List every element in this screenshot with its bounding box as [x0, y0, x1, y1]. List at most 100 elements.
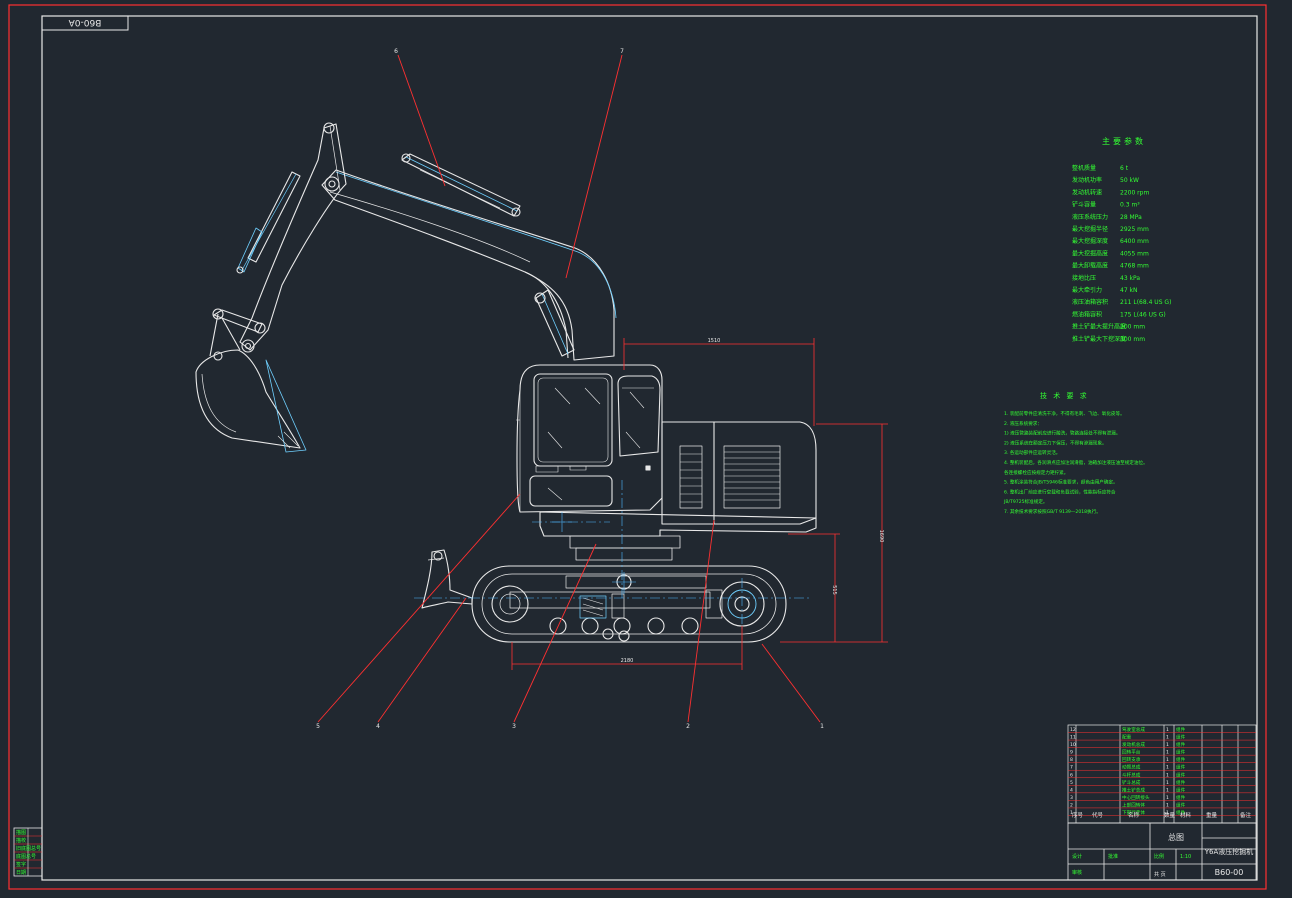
tech-requirement-line: 各连接螺栓应按规定力矩拧紧。 — [1004, 469, 1068, 476]
bom-cell-name: 驾驶室总成 — [1122, 726, 1145, 733]
bom-header-name: 名称 — [1128, 811, 1140, 819]
spec-list: 整机质量 6 t 发动机功率 50 kW 发动机转速 2200 rpm 铲斗容量 0.3 m³… — [1072, 164, 1171, 343]
bom-cell-no: 11 — [1070, 735, 1076, 741]
bom-cell-name: 上部回转体 — [1122, 801, 1145, 808]
balloon-5: 5 — [316, 723, 320, 730]
upper-frame — [539, 511, 817, 561]
bom-cell-no: 7 — [1070, 765, 1073, 771]
specs-title: 主要参数 — [1102, 136, 1146, 146]
bucket — [195, 349, 307, 453]
spec-value: 0.3 m³ — [1120, 202, 1140, 209]
stamp-row-1: 描图 — [16, 829, 26, 836]
bom-cell-name: 配重 — [1122, 734, 1132, 741]
bom-cell-name: 回转支承 — [1122, 756, 1141, 763]
spec-label: 最大卸载高度 — [1072, 262, 1108, 270]
spec-label: 燃油箱容积 — [1072, 310, 1102, 318]
bom-cell-mat: 组件 — [1176, 749, 1186, 756]
balloon-3: 3 — [512, 723, 516, 730]
spec-label: 最大挖掘高度 — [1072, 249, 1108, 257]
tech-requirement-line: 4. 整机装配后，各润滑点应加注润滑脂，油箱加注液压油至规定油位。 — [1004, 459, 1148, 466]
bom-cell-qty: 1 — [1166, 787, 1169, 793]
boom-cylinder — [534, 289, 575, 357]
bom-cell-qty: 1 — [1166, 742, 1169, 748]
bom-rows: 12 驾驶室总成 1 组件11 配重 1 组件10 发动机总成 1 组件9 回转平台 1 组件8 回转支承… — [1070, 726, 1186, 816]
balloons: 6 7 1 2 3 4 5 — [316, 48, 824, 730]
bom-cell-no: 5 — [1070, 780, 1073, 786]
tech-requirement-line: 2) 液压系统在额定压力下保压，不得有渗漏现象。 — [1004, 439, 1107, 446]
bom-cell-qty: 1 — [1166, 750, 1169, 756]
undercarriage — [471, 565, 787, 643]
stamp-row-3: 旧底图总号 — [16, 845, 41, 852]
spec-label: 推土铲最大下挖深度 — [1072, 335, 1126, 343]
main-parameters: 主要参数 整机质量 6 t 发动机功率 50 kW 发动机转速 2200 rpm 铲斗容量 0… — [1072, 136, 1171, 343]
outer-border — [8, 4, 1267, 890]
scale-label: 比例 — [1154, 853, 1164, 860]
approver-label: 批准 — [1108, 853, 1118, 860]
tech-requirement-line: 3. 各运动部件应运转灵活。 — [1004, 449, 1060, 456]
bom-cell-name: 中心回转接头 — [1122, 794, 1150, 801]
drawing-name: 总图 — [1168, 832, 1184, 842]
tech-requirement-line: 1. 装配前零件应清洗干净，不得有毛刺、飞边、氧化皮等。 — [1004, 410, 1125, 417]
checker-label: 审核 — [1072, 869, 1082, 876]
spec-value: 300 mm — [1120, 336, 1145, 343]
dim-track-length: 2180 — [621, 658, 634, 664]
bom-cell-name: 斗杆总成 — [1122, 771, 1141, 778]
spec-value: 4768 mm — [1120, 263, 1149, 270]
bom-cell-no: 2 — [1070, 802, 1073, 808]
excavator-drawing — [195, 122, 817, 643]
spec-value: 2200 rpm — [1120, 189, 1149, 196]
bom-cell-name: 推土铲总成 — [1122, 786, 1145, 793]
spec-label: 推土铲最大提升高度 — [1072, 323, 1126, 331]
tech-requirement-line: 7. 其余技术要求按照GB/T 9139—2018执行。 — [1004, 508, 1101, 515]
bom-cell-no: 4 — [1070, 787, 1073, 793]
spec-label: 液压系统压力 — [1072, 213, 1108, 221]
tech-requirement-line: 2. 液压系统要求： — [1004, 420, 1042, 427]
spec-value: 211 L(68.4 US G) — [1120, 299, 1171, 306]
spec-value: 43 kPa — [1120, 275, 1140, 282]
bom-cell-name: 回转平台 — [1122, 749, 1141, 756]
title-block-text: 序号 代号 名称 数量 材料 重量 备注 总图 Y6A液压挖掘机 B60-00 … — [1072, 811, 1253, 878]
dimensions — [511, 338, 888, 670]
bom-cell-qty: 1 — [1166, 795, 1169, 801]
balloon-4: 4 — [376, 723, 380, 730]
bom-cell-mat: 组件 — [1176, 786, 1186, 793]
bom-cell-name: 动臂总成 — [1122, 764, 1141, 771]
drawing-canvas: B60-0A 描图 描校 旧底图总号 底图总号 签字 日期 1510 1690 … — [8, 4, 1267, 890]
stamp-row-2: 描校 — [16, 837, 26, 844]
bom-cell-no: 3 — [1070, 795, 1073, 801]
bom-cell-name: 发动机总成 — [1122, 741, 1145, 748]
spec-value: 2925 mm — [1120, 226, 1149, 233]
balloon-1: 1 — [820, 723, 824, 730]
dim-cab-width: 1510 — [708, 338, 721, 344]
stick — [239, 122, 347, 353]
engine-hood — [661, 421, 817, 525]
bom-cell-qty: 1 — [1166, 772, 1169, 778]
spec-label: 发动机转速 — [1072, 188, 1102, 196]
code-box-text: B60-0A — [68, 17, 102, 27]
inner-border — [41, 15, 1258, 881]
bom-cell-mat: 组件 — [1176, 756, 1186, 763]
scale-value: 1:10 — [1180, 854, 1191, 860]
spec-label: 接地比压 — [1072, 274, 1096, 282]
spec-value: 6400 mm — [1120, 238, 1149, 245]
tech-requirement-line: JB/T9725标准规定。 — [1003, 498, 1048, 505]
tech-title: 技 术 要 求 — [1040, 391, 1089, 400]
spec-value: 50 kW — [1120, 177, 1139, 184]
stamp-row-5: 签字 — [16, 861, 26, 868]
bom-cell-no: 6 — [1070, 772, 1073, 778]
spec-value: 28 MPa — [1120, 214, 1142, 221]
bom-header-code: 代号 — [1092, 811, 1104, 819]
bucket-linkage — [209, 308, 266, 361]
product-name: Y6A液压挖掘机 — [1204, 847, 1254, 856]
bom-cell-mat: 组件 — [1176, 794, 1186, 801]
dim-overall-height: 1690 — [878, 530, 884, 543]
bom-cell-qty: 1 — [1166, 780, 1169, 786]
stick-cylinder — [401, 153, 521, 217]
balloon-6: 6 — [394, 48, 398, 55]
tech-requirement-line: 1) 液压管路装配前应进行酸洗，管路连接处不得有泄漏。 — [1004, 430, 1120, 437]
operator-cab — [516, 364, 663, 513]
bom-cell-qty: 1 — [1166, 802, 1169, 808]
technical-requirements: 技 术 要 求 1. 装配前零件应清洗干净，不得有毛刺、飞边、氧化皮等。 2. 液… — [1003, 391, 1148, 515]
stamp-row-4: 底图总号 — [16, 853, 36, 860]
dim-track-height: 515 — [831, 585, 837, 595]
